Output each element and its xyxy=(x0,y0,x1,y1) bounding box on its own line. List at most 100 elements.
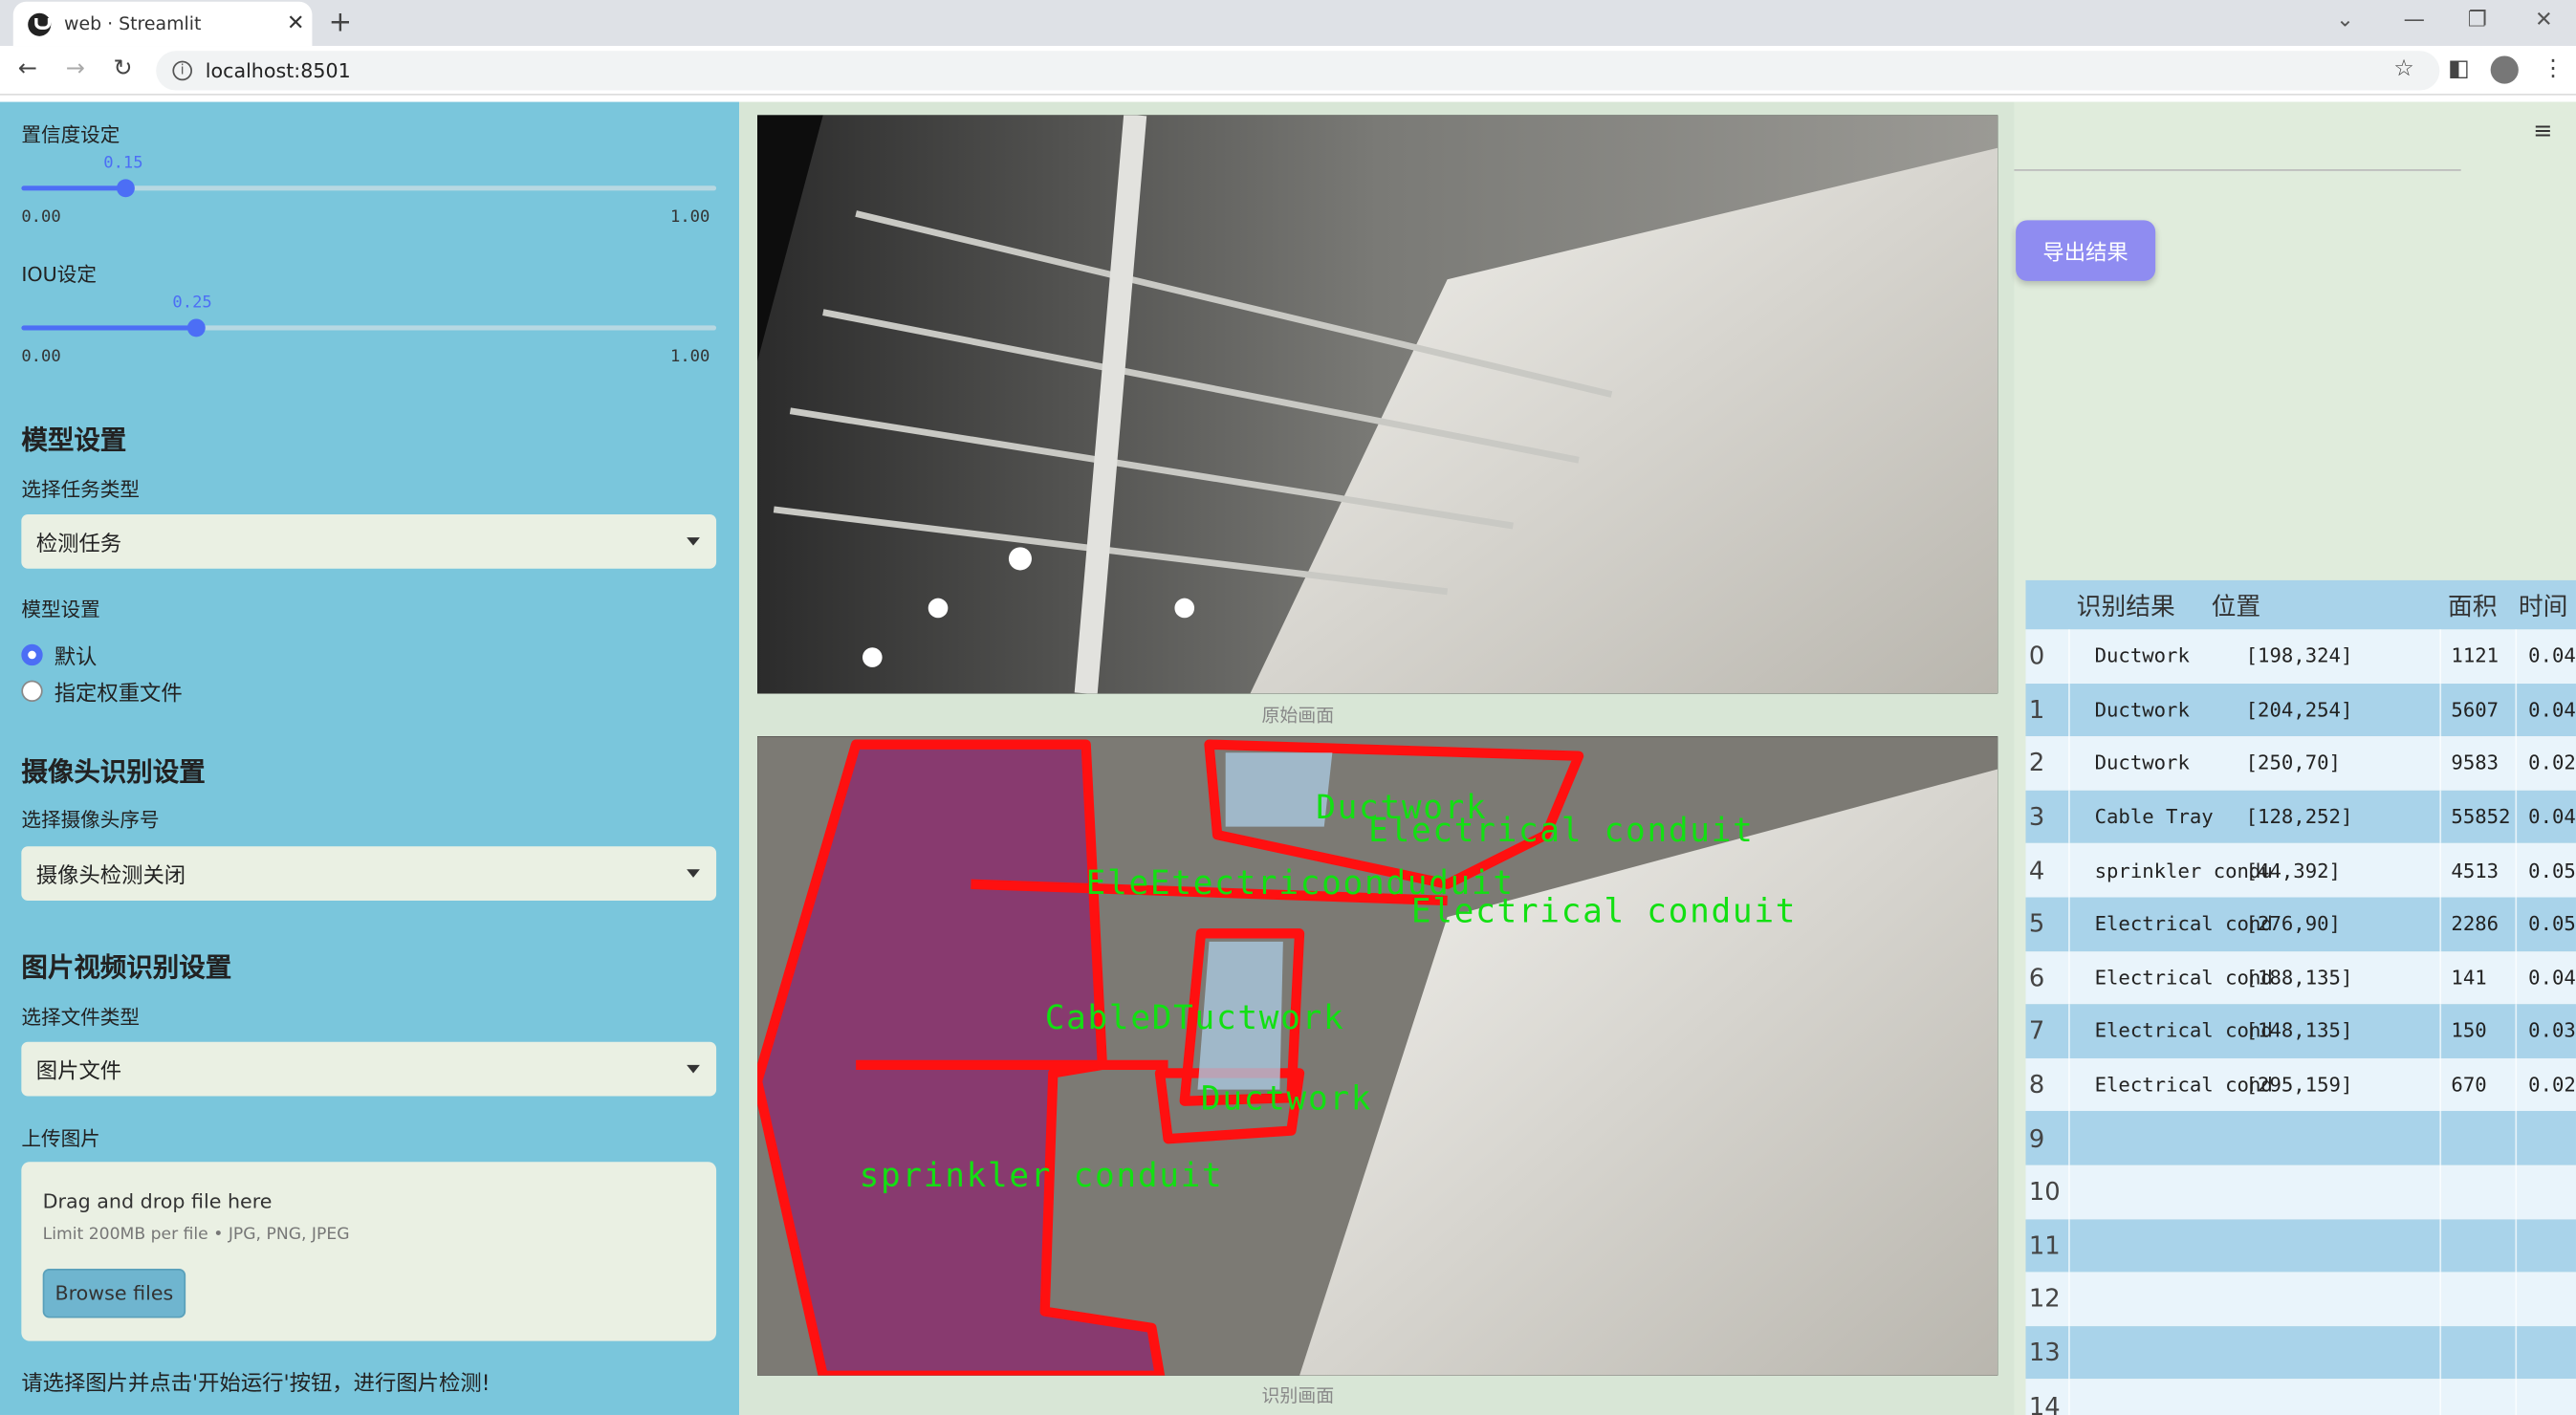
table-row[interactable]: 5 Electrical cond [276,90] 2286 0.05 xyxy=(2025,897,2576,951)
cell-position: [198,324] xyxy=(2245,644,2353,668)
table-header: 识别结果 位置 面积 时间 xyxy=(2025,579,2576,630)
table-row[interactable]: 12 xyxy=(2025,1272,2576,1326)
column-divider xyxy=(2439,629,2442,684)
column-divider xyxy=(2515,1004,2518,1058)
cell-time: 0.02 xyxy=(2528,751,2576,775)
overlay-label: Ductwork xyxy=(1200,1078,1373,1118)
bookmark-star-icon[interactable]: ☆ xyxy=(2393,55,2414,82)
camera-value: 摄像头检测关闭 xyxy=(35,864,186,889)
column-divider xyxy=(2068,1004,2070,1058)
file-type-select[interactable]: 图片文件 xyxy=(21,1041,717,1097)
back-icon[interactable]: ← xyxy=(18,55,37,82)
upload-label: 上传图片 xyxy=(21,1127,100,1151)
header-time[interactable]: 时间 xyxy=(2519,580,2568,630)
tab-close-icon[interactable]: ✕ xyxy=(279,11,312,36)
row-index: 7 xyxy=(2028,1016,2045,1047)
row-index: 11 xyxy=(2028,1230,2061,1261)
tab-title: web · Streamlit xyxy=(64,12,202,35)
new-tab-icon[interactable]: + xyxy=(329,7,352,39)
column-divider xyxy=(2068,629,2070,684)
tab-search-icon[interactable]: ⌄ xyxy=(2336,9,2354,33)
table-row[interactable]: 7 Electrical cond [148,135] 150 0.03 xyxy=(2025,1004,2576,1058)
cell-result: Ductwork xyxy=(2094,698,2190,722)
table-row[interactable]: 9 xyxy=(2025,1111,2576,1165)
column-divider xyxy=(2068,1325,2070,1380)
table-row[interactable]: 4 sprinkler condu [44,392] 4513 0.05 xyxy=(2025,843,2576,898)
task-type-value: 检测任务 xyxy=(35,532,122,557)
forward-icon[interactable]: → xyxy=(66,55,85,82)
table-row[interactable]: 3 Cable Tray [128,252] 55852 0.04 xyxy=(2025,790,2576,844)
export-results-button[interactable]: 导出结果 xyxy=(2016,220,2156,281)
row-index: 14 xyxy=(2028,1391,2061,1415)
cell-area: 55852 xyxy=(2451,805,2511,829)
url-field[interactable]: i localhost:8501 xyxy=(156,51,2440,91)
model-label: 模型设置 xyxy=(21,598,100,621)
file-type-value: 图片文件 xyxy=(35,1059,122,1085)
media-settings-header: 图片视频识别设置 xyxy=(21,951,232,983)
column-divider xyxy=(2068,683,2070,737)
column-divider xyxy=(2439,843,2442,898)
column-divider xyxy=(2439,897,2442,951)
overlay-label: CableDTuctwork xyxy=(1044,997,1345,1037)
camera-select[interactable]: 摄像头检测关闭 xyxy=(21,846,717,901)
table-row[interactable]: 13 xyxy=(2025,1325,2576,1380)
table-row[interactable]: 6 Electrical cond [188,135] 141 0.04 xyxy=(2025,950,2576,1005)
table-row[interactable]: 10 xyxy=(2025,1165,2576,1219)
row-index: 3 xyxy=(2028,801,2045,832)
side-panel-icon[interactable]: ◧ xyxy=(2448,55,2470,82)
iou-slider-handle[interactable] xyxy=(186,318,206,337)
header-area[interactable]: 面积 xyxy=(2448,580,2498,630)
iou-slider[interactable] xyxy=(21,318,717,337)
iou-slider-fill xyxy=(21,325,196,331)
file-type-label: 选择文件类型 xyxy=(21,1005,141,1030)
column-divider xyxy=(2439,683,2442,737)
dropzone-limit: Limit 200MB per file • JPG, PNG, JPEG xyxy=(42,1226,350,1245)
iou-label: IOU设定 xyxy=(21,263,97,287)
column-divider xyxy=(2515,790,2518,844)
table-row[interactable]: 2 Ductwork [250,70] 9583 0.02 xyxy=(2025,736,2576,791)
table-row[interactable]: 0 Ductwork [198,324] 1121 0.04 xyxy=(2025,629,2576,684)
cell-area: 670 xyxy=(2451,1073,2487,1097)
confidence-slider[interactable] xyxy=(21,179,717,198)
table-row[interactable]: 11 xyxy=(2025,1218,2576,1273)
overlay-label: sprinkler conduit xyxy=(859,1155,1224,1195)
table-row[interactable]: 14 xyxy=(2025,1379,2576,1415)
cell-result: Cable Tray xyxy=(2094,805,2214,829)
radio-checked-icon xyxy=(21,643,43,666)
table-row[interactable]: 1 Ductwork [204,254] 5607 0.04 xyxy=(2025,683,2576,737)
header-result[interactable]: 识别结果 xyxy=(2077,580,2175,630)
restore-icon[interactable]: ❐ xyxy=(2468,9,2487,33)
detection-caption: 识别画面 xyxy=(1261,1385,1335,1407)
file-dropzone[interactable]: Drag and drop file here Limit 200MB per … xyxy=(21,1162,717,1341)
task-type-select[interactable]: 检测任务 xyxy=(21,514,717,569)
cell-time: 0.05 xyxy=(2528,912,2576,936)
confidence-min: 0.00 xyxy=(21,208,61,228)
site-info-icon[interactable]: i xyxy=(172,60,193,81)
radio-unchecked-icon xyxy=(21,680,43,702)
reload-icon[interactable]: ↻ xyxy=(114,55,133,82)
header-position[interactable]: 位置 xyxy=(2212,580,2261,630)
column-divider xyxy=(2068,950,2070,1005)
browse-files-button[interactable]: Browse files xyxy=(42,1268,186,1318)
results-table[interactable]: 识别结果 位置 面积 时间 0 Ductwork [198,324] 1121 0.04… xyxy=(2025,579,2576,1415)
row-index: 12 xyxy=(2028,1284,2061,1315)
close-window-icon[interactable]: ✕ xyxy=(2535,9,2553,33)
original-caption: 原始画面 xyxy=(1261,705,1335,727)
column-divider xyxy=(2439,1218,2442,1273)
hamburger-menu-icon[interactable]: ≡ xyxy=(2533,119,2552,145)
column-divider xyxy=(2515,1379,2518,1415)
browser-menu-icon[interactable]: ⋮ xyxy=(2542,55,2565,82)
radio-custom-weights[interactable]: 指定权重文件 xyxy=(21,675,183,707)
row-index: 2 xyxy=(2028,748,2045,778)
table-row[interactable]: 8 Electrical cond [295,159] 670 0.02 xyxy=(2025,1057,2576,1112)
browser-tab[interactable]: web · Streamlit ✕ xyxy=(12,1,313,47)
model-settings-header: 模型设置 xyxy=(21,424,127,456)
column-divider xyxy=(2068,1057,2070,1112)
column-divider xyxy=(2068,1272,2070,1326)
camera-settings-header: 摄像头识别设置 xyxy=(21,755,206,788)
radio-default[interactable]: 默认 xyxy=(21,640,97,670)
row-index: 5 xyxy=(2028,909,2045,940)
profile-avatar-icon[interactable] xyxy=(2490,55,2519,84)
overlay-label: Electrical conduit xyxy=(1368,810,1755,850)
minimize-icon[interactable]: — xyxy=(2404,9,2425,33)
